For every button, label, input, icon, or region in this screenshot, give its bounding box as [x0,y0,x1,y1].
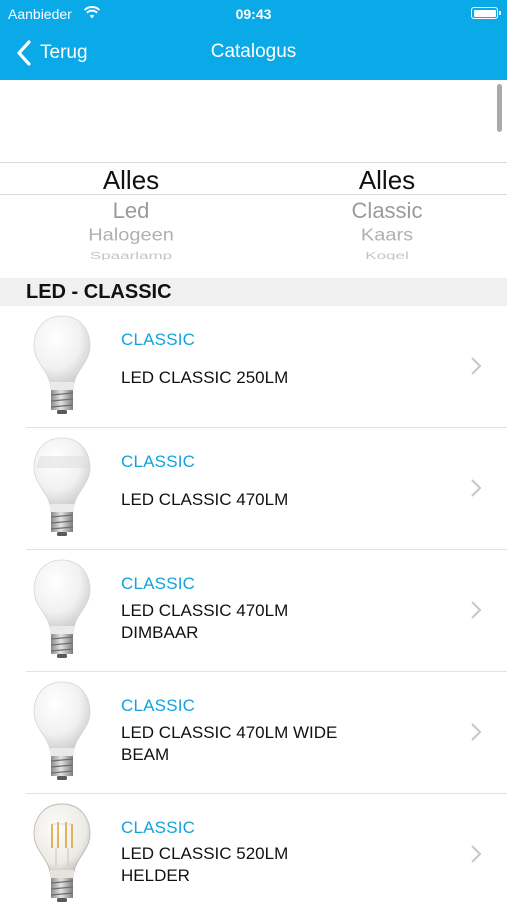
chevron-right-icon [471,601,482,619]
picker-option-selected[interactable]: Alles [260,165,507,196]
product-list: CLASSIC LED CLASSIC 250LM CLASSIC LED CL… [0,306,507,916]
bulb-frosted-icon [33,315,91,414]
filter-picker[interactable]: Alles Led Halogeen Spaarlamp Alles Class… [0,162,507,260]
bulb-frosted-icon [33,559,91,658]
picker-option[interactable]: Spaarlamp [4,250,258,260]
product-row[interactable]: CLASSIC LED CLASSIC 470LM WIDE BEAM [0,672,507,794]
product-row[interactable]: CLASSIC LED CLASSIC 250LM [0,306,507,428]
product-name: LED CLASSIC 250LM [121,368,289,387]
app-header: Aanbieder 09:43 Terug Catalogus [0,0,507,80]
chevron-right-icon [471,723,482,741]
picker-option[interactable]: Kogel [260,250,507,260]
product-name: LED CLASSIC 470LM [121,490,289,509]
product-category: CLASSIC [121,330,196,349]
product-row[interactable]: CLASSIC LED CLASSIC 470LM DIMBAAR [0,550,507,672]
page-title: Catalogus [210,41,297,62]
product-name: LED CLASSIC 470LM WIDE BEAM [121,723,338,764]
picker-option[interactable]: Kaars [260,225,507,245]
product-row[interactable]: CLASSIC LED CLASSIC 470LM [0,428,507,550]
clock: 09:43 [235,6,272,22]
picker-option[interactable]: Led [4,198,258,224]
bulb-frosted-icon [33,681,91,780]
status-bar: Aanbieder 09:43 [0,0,507,26]
product-name: LED CLASSIC 470LM DIMBAAR [121,601,289,642]
product-category: CLASSIC [121,574,196,593]
bulb-frosted-icon [33,437,91,536]
picker-option[interactable]: Classic [260,198,507,224]
chevron-right-icon [471,357,482,375]
section-header: LED - CLASSIC [0,278,507,306]
chevron-right-icon [471,845,482,863]
product-category: CLASSIC [121,696,196,715]
bulb-clear-filament-icon [33,803,91,902]
picker-option-selected[interactable]: Alles [4,165,258,196]
section-title: LED - CLASSIC [26,281,172,303]
chevron-right-icon [471,479,482,497]
navigation-bar: Terug Catalogus [0,26,507,80]
product-category: CLASSIC [121,452,196,471]
battery-icon [471,7,501,19]
picker-option[interactable]: Halogeen [4,225,258,245]
product-name: LED CLASSIC 520LM HELDER [121,844,289,885]
product-row[interactable]: CLASSIC LED CLASSIC 520LM HELDER [0,794,507,916]
product-category: CLASSIC [121,818,196,837]
scroll-indicator[interactable] [497,84,502,132]
picker-top-line [0,162,507,163]
